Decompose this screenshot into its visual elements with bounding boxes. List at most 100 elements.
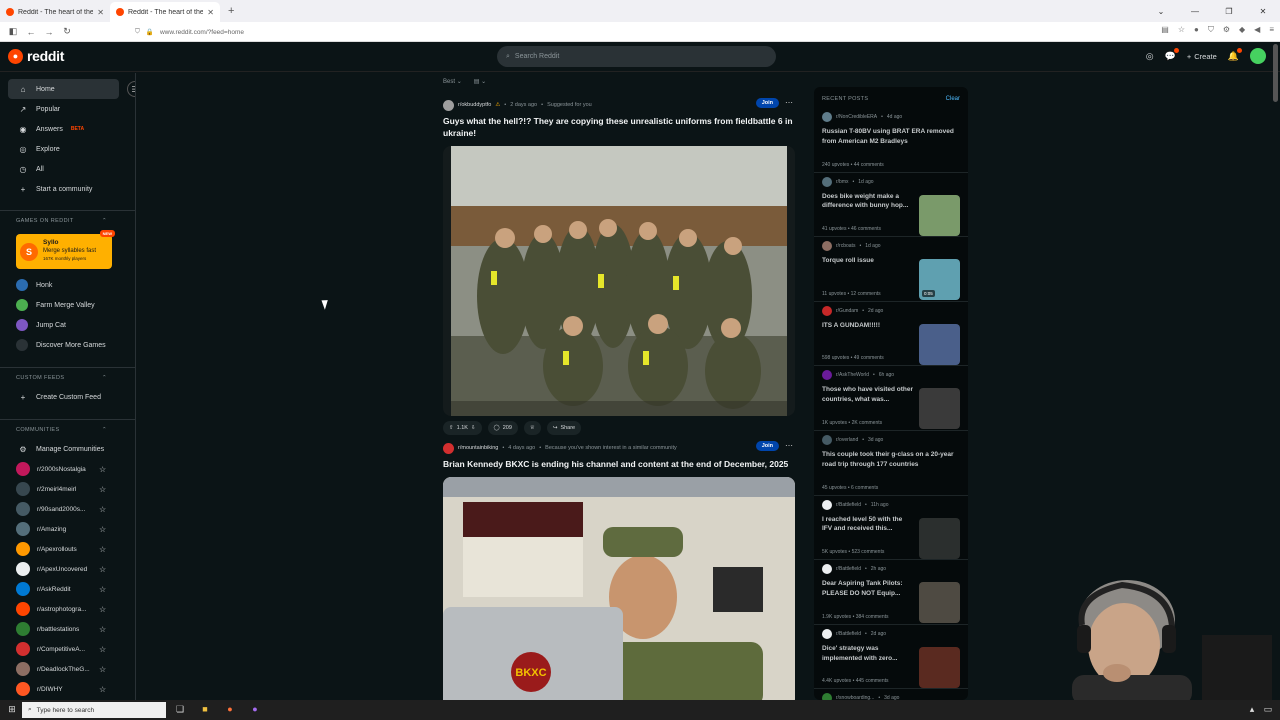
community-item[interactable]: r/CompetitiveA... ☆ xyxy=(0,639,135,659)
browser-tab[interactable]: Reddit - The heart of the intern ✕ xyxy=(0,2,110,22)
subreddit-name[interactable]: r/bmx xyxy=(836,179,849,185)
post-title[interactable]: Brian Kennedy BKXC is ending his channel… xyxy=(443,459,795,471)
downvote-icon[interactable]: ⇩ xyxy=(471,425,476,431)
recent-post-thumbnail[interactable] xyxy=(919,646,960,688)
browser-tab-active[interactable]: Reddit - The heart of the intern ✕ xyxy=(110,2,220,22)
bookmark-star-icon[interactable]: ☆ xyxy=(1178,25,1185,35)
subreddit-name[interactable]: r/Gundam xyxy=(836,308,858,314)
recent-post-item[interactable]: r/bmx • 1d ago Does bike weight make a diff… xyxy=(814,173,968,238)
recent-post-item[interactable]: r/NonCredibleERA • 4d ago Russian T-80BV us… xyxy=(814,108,968,173)
tab-list-icon[interactable]: ⌄ xyxy=(1144,7,1178,16)
community-item[interactable]: r/AskReddit ☆ xyxy=(0,579,135,599)
file-explorer-icon[interactable]: ■ xyxy=(199,704,211,716)
community-item[interactable]: r/2meirl4meirl ☆ xyxy=(0,479,135,499)
recent-post-thumbnail[interactable] xyxy=(919,194,960,236)
subreddit-name[interactable]: r/okbuddyptfo xyxy=(458,102,491,108)
reddit-logo[interactable]: ● reddit xyxy=(8,48,64,64)
sidebar-item-explore[interactable]: ◎ Explore xyxy=(0,139,135,159)
community-item[interactable]: r/Amazing ☆ xyxy=(0,519,135,539)
community-item[interactable]: r/2000sNostalgia ☆ xyxy=(0,459,135,479)
collapse-sidebar-button[interactable]: ☰ xyxy=(127,81,135,97)
community-item[interactable]: r/DIWHY ☆ xyxy=(0,679,135,699)
pocket-icon[interactable]: ◆ xyxy=(1239,25,1245,35)
upvote-icon[interactable]: ⇧ xyxy=(449,425,454,431)
speaker-icon[interactable]: ◀ xyxy=(1254,25,1260,35)
community-item[interactable]: r/90sand2000s... ☆ xyxy=(0,499,135,519)
recent-post-item[interactable]: r/Battlefield • 11h ago I reached level 50 … xyxy=(814,496,968,561)
join-button[interactable]: Join xyxy=(755,98,779,108)
subreddit-name[interactable]: r/NonCredibleERA xyxy=(836,114,877,120)
close-tab-icon[interactable]: ✕ xyxy=(207,8,214,17)
address-bar[interactable]: ⛉ 🔒 www.reddit.com/?feed=home xyxy=(135,25,1125,39)
community-item[interactable]: r/DeadlockTheG... ☆ xyxy=(0,659,135,679)
recent-post-item[interactable]: r/overland • 3d ago This couple took their … xyxy=(814,431,968,496)
avatar[interactable] xyxy=(1250,48,1266,64)
recent-post-title[interactable]: Dear Aspiring Tank Pilots: PLEASE DO NOT… xyxy=(822,579,914,599)
firefox-icon[interactable]: ● xyxy=(224,704,236,716)
minimize-icon[interactable]: — xyxy=(1178,7,1212,16)
recent-post-item[interactable]: r/Battlefield • 2d ago Dice' strategy was i… xyxy=(814,625,968,690)
recent-post-title[interactable]: This couple took their g-class on a 20-y… xyxy=(822,450,956,470)
view-dropdown[interactable]: ▤ ⌄ xyxy=(474,78,486,85)
page-scrollbar[interactable] xyxy=(1273,44,1278,102)
sidebar-item-home[interactable]: ⌂ Home xyxy=(8,79,119,99)
post-title[interactable]: Guys what the hell?!? They are copying t… xyxy=(443,116,795,140)
recent-post-title[interactable]: ITS A GUNDAM!!!!! xyxy=(822,321,914,331)
award-button[interactable]: ♕ xyxy=(523,420,541,435)
recent-post-thumbnail[interactable] xyxy=(919,517,960,559)
post-image[interactable] xyxy=(443,145,795,416)
sidebar-game-honk[interactable]: Honk xyxy=(0,275,135,295)
favorite-star-icon[interactable]: ☆ xyxy=(99,685,106,694)
subreddit-name[interactable]: r/Battlefield xyxy=(836,502,861,508)
subreddit-name[interactable]: r/overland xyxy=(836,437,858,443)
subreddit-avatar[interactable] xyxy=(443,442,454,454)
favorite-star-icon[interactable]: ☆ xyxy=(99,645,106,654)
favorite-star-icon[interactable]: ☆ xyxy=(99,585,106,594)
search-bar[interactable]: ⌕ Search Reddit xyxy=(497,46,776,67)
community-item[interactable]: r/battlestations ☆ xyxy=(0,619,135,639)
post-card[interactable]: r/okbuddyptfo ⚠ • 2 days ago • Suggested… xyxy=(443,98,795,435)
favorite-star-icon[interactable]: ☆ xyxy=(99,605,106,614)
sidebar-discover-games[interactable]: Discover More Games xyxy=(0,335,135,355)
sidebar-toggle-icon[interactable]: ◧ xyxy=(4,26,22,37)
post-card[interactable]: r/mountainbiking • 4 days ago • Because … xyxy=(443,441,795,707)
extension-icon[interactable]: ● xyxy=(1194,25,1199,35)
comments-button[interactable]: ◯ 209 xyxy=(487,420,518,435)
recent-post-thumbnail[interactable] xyxy=(919,388,960,430)
subreddit-name[interactable]: r/AskTheWorld xyxy=(836,372,869,378)
menu-icon[interactable]: ≡ xyxy=(1269,25,1274,35)
subreddit-name[interactable]: r/Battlefield xyxy=(836,566,861,572)
manage-communities[interactable]: ⚙ Manage Communities xyxy=(0,439,135,459)
community-item[interactable]: r/Apexrollouts ☆ xyxy=(0,539,135,559)
games-section-header[interactable]: GAMES ON REDDIT ⌃ xyxy=(0,210,135,230)
system-tray-icon[interactable]: ▴ xyxy=(1246,704,1258,716)
recent-post-title[interactable]: Torque roll issue xyxy=(822,256,914,266)
share-button[interactable]: ↪ Share xyxy=(546,420,582,435)
sidebar-game-farm-merge[interactable]: Farm Merge Valley xyxy=(0,295,135,315)
favorite-star-icon[interactable]: ☆ xyxy=(99,665,106,674)
favorite-star-icon[interactable]: ☆ xyxy=(99,625,106,634)
post-image[interactable]: BKXC xyxy=(443,476,795,707)
recent-post-thumbnail[interactable] xyxy=(919,582,960,624)
favorite-star-icon[interactable]: ☆ xyxy=(99,545,106,554)
recent-post-thumbnail[interactable]: 0:05 xyxy=(919,259,960,301)
favorite-star-icon[interactable]: ☆ xyxy=(99,465,106,474)
create-button[interactable]: + Create xyxy=(1187,52,1217,61)
reader-view-icon[interactable]: ▤ xyxy=(1161,25,1169,35)
recent-post-title[interactable]: Dice' strategy was implemented with zero… xyxy=(822,644,914,664)
sort-dropdown[interactable]: Best ⌄ xyxy=(443,78,462,85)
back-icon[interactable]: ← xyxy=(22,27,40,37)
subreddit-name[interactable]: r/rcboats xyxy=(836,243,855,249)
community-item[interactable]: r/astrophotogra... ☆ xyxy=(0,599,135,619)
close-window-icon[interactable]: ✕ xyxy=(1246,7,1280,16)
advertise-icon[interactable]: ◎ xyxy=(1146,51,1154,62)
favorite-star-icon[interactable]: ☆ xyxy=(99,485,106,494)
join-button[interactable]: Join xyxy=(755,441,779,451)
subreddit-avatar[interactable] xyxy=(443,99,454,111)
chat-icon[interactable]: 💬 xyxy=(1165,47,1180,62)
recent-post-item[interactable]: r/Battlefield • 2h ago Dear Aspiring Tank P… xyxy=(814,560,968,625)
favorite-star-icon[interactable]: ☆ xyxy=(99,525,106,534)
clear-recent-button[interactable]: Clear xyxy=(946,96,960,102)
app-icon[interactable]: ● xyxy=(249,704,261,716)
recent-post-item[interactable]: r/Gundam • 2d ago ITS A GUNDAM!!!!! 598 upvo… xyxy=(814,302,968,367)
